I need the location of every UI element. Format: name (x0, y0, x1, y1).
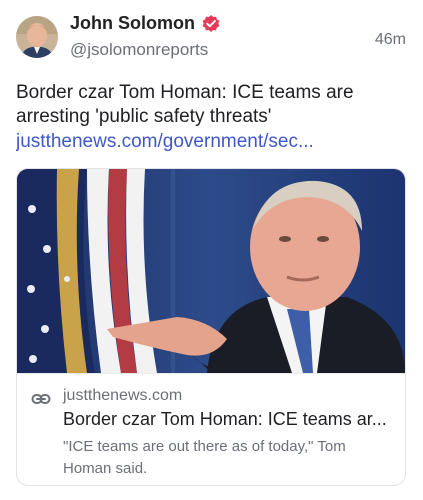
link-preview-card[interactable]: justthenews.com Border czar Tom Homan: I… (16, 168, 406, 486)
link-preview-meta[interactable]: justthenews.com Border czar Tom Homan: I… (17, 373, 405, 485)
author-name-row[interactable]: John Solomon (70, 13, 221, 34)
post-container[interactable]: John Solomon @jsolomonreports 46m Border… (0, 0, 423, 500)
post-link[interactable]: justthenews.com/government/sec... (16, 130, 408, 154)
author-avatar[interactable] (16, 16, 58, 58)
link-preview-title[interactable]: Border czar Tom Homan: ICE teams ar... (63, 409, 395, 430)
post-timestamp[interactable]: 46m (375, 31, 406, 49)
link-preview-description: "ICE teams are out there as of today," T… (63, 438, 346, 477)
link-icon (31, 394, 51, 404)
author-handle[interactable]: @jsolomonreports (70, 40, 208, 60)
link-preview-image[interactable] (17, 169, 405, 373)
verified-badge-icon (202, 14, 220, 32)
post-text: Border czar Tom Homan: ICE teams are arr… (16, 82, 354, 127)
link-preview-domain: justthenews.com (63, 387, 183, 404)
author-name[interactable]: John Solomon (70, 13, 195, 34)
avatar-image (16, 16, 58, 58)
